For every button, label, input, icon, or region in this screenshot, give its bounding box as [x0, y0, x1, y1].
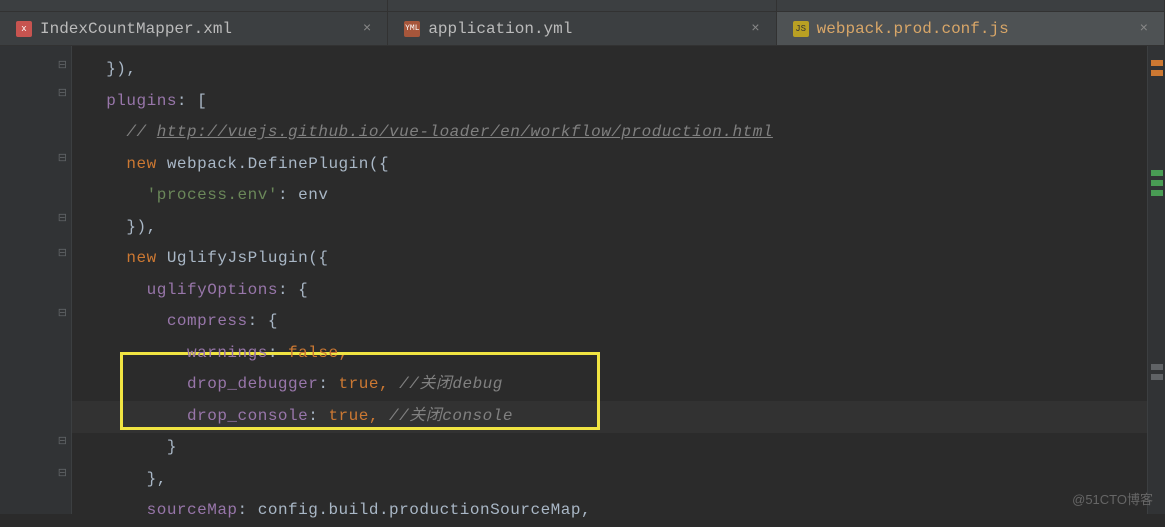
close-icon[interactable]: ×: [363, 21, 371, 37]
fold-marker-icon[interactable]: ⊟: [58, 306, 67, 320]
minimap-marker: [1151, 190, 1163, 196]
tab-index-count-mapper-xml[interactable]: x IndexCountMapper.xml ×: [0, 12, 388, 45]
minimap-marker: [1151, 60, 1163, 66]
code-line: },: [86, 464, 1147, 496]
code-line: }),: [86, 54, 1147, 86]
minimap-marker: [1151, 364, 1163, 370]
js-file-icon: JS: [793, 21, 809, 37]
xml-file-icon: x: [16, 21, 32, 37]
yml-file-icon: YML: [404, 21, 420, 37]
fold-marker-icon[interactable]: ⊟: [58, 434, 67, 448]
fold-marker-icon[interactable]: ⊟: [58, 466, 67, 480]
fold-marker-icon[interactable]: ⊟: [58, 86, 67, 100]
minimap-marker: [1151, 374, 1163, 380]
fold-marker-icon[interactable]: ⊟: [58, 58, 67, 72]
code-line: drop_debugger: true, //关闭debug: [86, 369, 1147, 401]
code-editor[interactable]: }), plugins: [ // http://vuejs.github.io…: [72, 46, 1147, 514]
tab-application-yml[interactable]: YML application.yml ×: [388, 12, 776, 45]
minimap-marker: [1151, 180, 1163, 186]
code-line: warnings: false,: [86, 338, 1147, 370]
code-line: compress: {: [86, 306, 1147, 338]
editor-tabs: x IndexCountMapper.xml × YML application…: [0, 12, 1165, 46]
tab-label: webpack.prod.conf.js: [817, 20, 1009, 38]
editor-container: ⊟ ⊟ ⊟ ⊟ ⊟ ⊟ ⊟ ⊟ }), plugins: [ // http:/…: [0, 46, 1165, 514]
gutter: ⊟ ⊟ ⊟ ⊟ ⊟ ⊟ ⊟ ⊟: [0, 46, 72, 514]
code-line: }: [86, 432, 1147, 464]
minimap-marker: [1151, 170, 1163, 176]
code-line: new webpack.DefinePlugin({: [86, 149, 1147, 181]
hidden-tabs-row: [0, 0, 1165, 12]
close-icon[interactable]: ×: [751, 21, 759, 37]
code-line: drop_console: true, //关闭console: [86, 401, 1147, 433]
code-line: 'process.env': env: [86, 180, 1147, 212]
code-line: plugins: [: [86, 86, 1147, 118]
code-line: }),: [86, 212, 1147, 244]
close-icon[interactable]: ×: [1140, 21, 1148, 37]
code-line: uglifyOptions: {: [86, 275, 1147, 307]
tab-label: IndexCountMapper.xml: [40, 20, 232, 38]
tab-label: application.yml: [428, 20, 572, 38]
fold-marker-icon[interactable]: ⊟: [58, 246, 67, 260]
code-line: new UglifyJsPlugin({: [86, 243, 1147, 275]
code-line: sourceMap: config.build.productionSource…: [86, 495, 1147, 527]
fold-marker-icon[interactable]: ⊟: [58, 151, 67, 165]
minimap-marker: [1151, 70, 1163, 76]
fold-marker-icon[interactable]: ⊟: [58, 211, 67, 225]
code-line: // http://vuejs.github.io/vue-loader/en/…: [86, 117, 1147, 149]
minimap-scrollbar[interactable]: [1147, 46, 1165, 514]
tab-webpack-prod-conf-js[interactable]: JS webpack.prod.conf.js ×: [777, 12, 1165, 45]
